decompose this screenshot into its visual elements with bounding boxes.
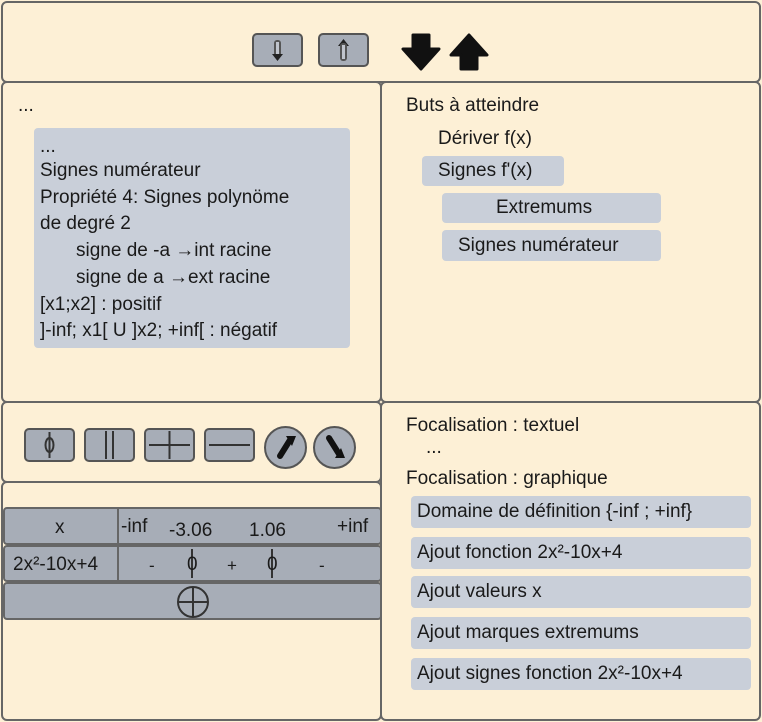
focus-item[interactable]: Ajout marques extremums bbox=[411, 617, 751, 649]
add-row-button[interactable] bbox=[3, 582, 382, 620]
x-label: x bbox=[55, 517, 65, 538]
zero-icon bbox=[44, 432, 55, 458]
sign-value: 0 bbox=[267, 554, 278, 575]
focus-item-label: Ajout marques extremums bbox=[417, 622, 639, 643]
arrow-up-icon bbox=[338, 39, 349, 61]
focus-item[interactable]: Ajout fonction 2x²-10x+4 bbox=[411, 537, 751, 569]
goal-item-selected[interactable]: Signes f'(x) bbox=[422, 156, 564, 186]
box-line: de degré 2 bbox=[40, 213, 131, 234]
sign-value: 0 bbox=[187, 554, 198, 575]
x-value: -inf bbox=[121, 516, 148, 537]
add-row-icon bbox=[177, 586, 209, 618]
plus-button[interactable] bbox=[144, 428, 195, 462]
goal-item[interactable]: Extremums bbox=[442, 193, 661, 223]
sign-value: + bbox=[227, 556, 237, 575]
goal-item[interactable]: Dériver f(x) bbox=[438, 128, 532, 150]
box-line: Signes numérateur bbox=[40, 160, 201, 181]
focus-item-label: Ajout valeurs x bbox=[417, 581, 542, 602]
sign-value: - bbox=[319, 556, 325, 575]
minus-button[interactable] bbox=[204, 428, 255, 462]
toolbar-panel bbox=[1, 1, 761, 83]
focus-textual-label: Focalisation : textuel bbox=[406, 415, 580, 436]
focus-ellipsis: ... bbox=[426, 437, 442, 458]
goals-title: Buts à atteindre bbox=[406, 95, 540, 116]
goal-item-label: Signes f'(x) bbox=[438, 160, 533, 181]
box-line: ]-inf; x1[ U ]x2; +inf[ : négatif bbox=[40, 320, 278, 341]
bold-arrow-down-icon[interactable] bbox=[401, 33, 445, 73]
ellipsis-text: ... bbox=[18, 95, 34, 116]
goal-item-label: Extremums bbox=[496, 197, 593, 218]
focus-panel: Focalisation : textuel ... Focalisation … bbox=[380, 401, 761, 721]
focus-item[interactable]: Ajout signes fonction 2x²-10x+4 bbox=[411, 658, 751, 690]
goal-item[interactable]: Signes numérateur bbox=[442, 230, 661, 261]
arrow-down-icon bbox=[272, 40, 283, 61]
arrow-down-right-icon bbox=[326, 435, 345, 458]
focus-graphic-label: Focalisation : graphique bbox=[406, 468, 608, 489]
double-bar-icon bbox=[105, 431, 114, 459]
plus-icon bbox=[149, 431, 190, 459]
arrow-up-right-icon bbox=[277, 436, 296, 459]
table-cell-signs[interactable]: - 0 + 0 - bbox=[117, 545, 382, 582]
table-cell-x-values[interactable]: -inf -3.06 1.06 +inf bbox=[117, 507, 382, 545]
arrow-down-button[interactable] bbox=[252, 33, 303, 67]
minus-icon bbox=[209, 444, 250, 446]
box-line: signe de a →ext racine bbox=[76, 267, 271, 288]
box-line: Propriété 4: Signes polynöme bbox=[40, 187, 290, 208]
tools-panel bbox=[1, 401, 382, 483]
x-value: -3.06 bbox=[169, 520, 213, 541]
decreasing-arrow-button[interactable] bbox=[313, 426, 356, 469]
x-value: +inf bbox=[337, 516, 369, 537]
sign-table-panel: x -inf -3.06 1.06 +inf 2x²-10x+4 - 0 + 0… bbox=[1, 481, 382, 721]
property-box: ... Signes numérateur Propriété 4: Signe… bbox=[34, 128, 350, 348]
table-cell-function-label: 2x²-10x+4 bbox=[3, 545, 119, 582]
explanation-panel: ... ... Signes numérateur Propriété 4: S… bbox=[1, 81, 382, 403]
box-line: signe de -a →int racine bbox=[76, 240, 272, 261]
x-value: 1.06 bbox=[249, 520, 286, 541]
focus-item-label: Ajout fonction 2x²-10x+4 bbox=[417, 542, 623, 563]
function-label: 2x²-10x+4 bbox=[13, 554, 99, 575]
increasing-arrow-button[interactable] bbox=[264, 426, 307, 469]
focus-item[interactable]: Ajout valeurs x bbox=[411, 576, 751, 608]
bold-arrow-up-icon[interactable] bbox=[449, 33, 493, 73]
box-line: [x1;x2] : positif bbox=[40, 294, 162, 315]
goal-item-label: Signes numérateur bbox=[458, 235, 619, 256]
goals-panel: Buts à atteindre Dériver f(x) Signes f'(… bbox=[380, 81, 761, 403]
focus-item-label: Ajout signes fonction 2x²-10x+4 bbox=[417, 663, 683, 684]
focus-item[interactable]: Domaine de définition {-inf ; +inf} bbox=[411, 496, 751, 528]
zero-button[interactable] bbox=[24, 428, 75, 462]
sign-value: - bbox=[149, 556, 155, 575]
table-cell-x-label: x bbox=[3, 507, 119, 545]
focus-item-label: Domaine de définition {-inf ; +inf} bbox=[417, 501, 693, 522]
arrow-up-button[interactable] bbox=[318, 33, 369, 67]
double-bar-button[interactable] bbox=[84, 428, 135, 462]
box-line: ... bbox=[40, 136, 56, 157]
